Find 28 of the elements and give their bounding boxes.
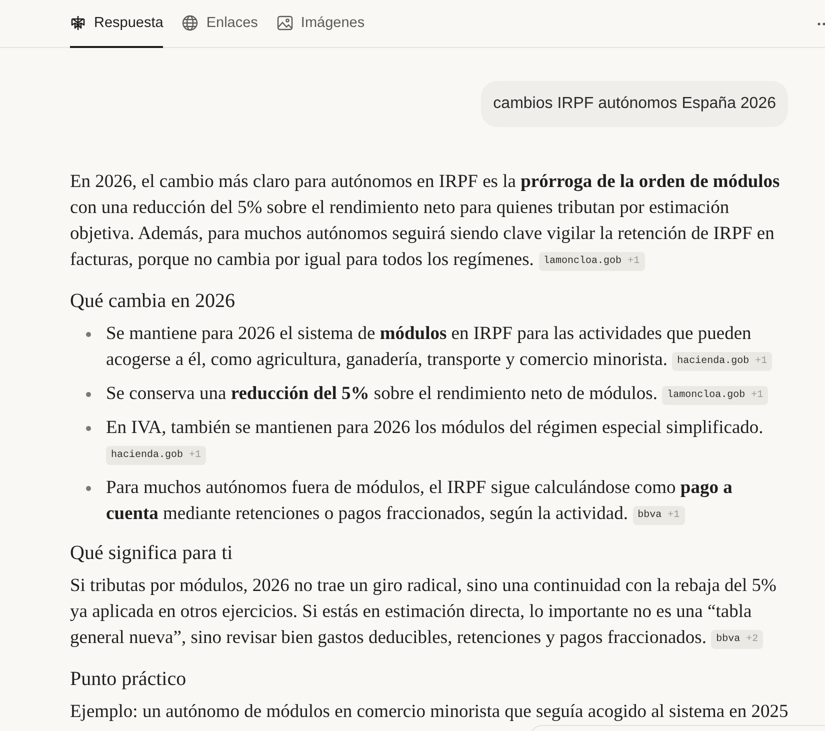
section-heading: Punto práctico — [70, 667, 188, 692]
citation-chip[interactable]: hacienda.gob +1 — [672, 352, 772, 371]
tab[interactable]: Enlaces — [182, 0, 258, 48]
citation-chip[interactable]: lamoncloa.gob +1 — [538, 252, 645, 271]
bullet-icon — [86, 332, 91, 337]
list-item-text: Para muchos autónomos fuera de módulos, el IRPF sigue calculándose como pago a cuenta mediante retenciones o pagos fraccionados, según la actividad. bbva +1 — [106, 477, 734, 527]
citation-chip[interactable]: bbva +1 — [632, 506, 685, 525]
citation-chip[interactable]: bbva +2 — [711, 630, 764, 649]
bullet-icon — [86, 426, 91, 431]
tab[interactable]: Respuesta — [70, 0, 164, 48]
query-bubble: cambios IRPF autónomos España 2026 — [481, 81, 788, 127]
bullet-icon — [86, 392, 91, 397]
answer-paragraph: Si tributas por módulos, 2026 no trae un giro radical, sino una continuidad con la rebaja del 5% ya aplicada en otros ejercicios. Si estás en estimación directa, lo importante no es una “tabla general nueva”, sino revisar bien gastos deducibles, retenciones y pagos fraccionados. bbva +2 — [70, 575, 778, 651]
globe-icon — [182, 15, 198, 31]
citation-chip[interactable]: lamoncloa.gob +1 — [662, 386, 768, 405]
answer-paragraph: Ejemplo: un autónomo de módulos en comercio minorista que seguía acogido al sistema en 2025 — [70, 701, 790, 724]
image-icon — [276, 15, 293, 31]
tab[interactable]: Imágenes — [276, 0, 365, 48]
logo-icon — [70, 15, 86, 31]
list-item-text: Se conserva una reducción del 5% sobre el rendimiento neto de módulos. lamoncloa.gob +1 — [106, 381, 768, 407]
section-heading: Qué cambia en 2026 — [70, 289, 236, 314]
more-options-icon[interactable] — [817, 22, 825, 26]
section-heading: Qué significa para ti — [70, 541, 234, 566]
list-item-text: Se mantiene para 2026 el sistema de módulos en IRPF para las actividades que pueden acogerse a él, como agricultura, ganadería, transporte y comercio minorista. hacienda.gob +1 — [106, 321, 788, 373]
list-item-text: En IVA, también se mantienen para 2026 los módulos del régimen especial simplificado. hacienda.gob +1 — [106, 415, 788, 467]
citation-chip[interactable]: hacienda.gob +1 — [106, 446, 206, 465]
answer-paragraph: En 2026, el cambio más claro para autónomos en IRPF es la prórroga de la orden de módulos con una reducción del 5% sobre el rendimiento neto para quienes tributan por estimación objetiva. Además, para muchos autónomos seguirá siendo clave vigilar la retención de IRPF en facturas, porque no cambia por igual para todos los regímenes. lamoncloa.gob +1 — [70, 171, 781, 273]
bullet-icon — [86, 486, 91, 491]
